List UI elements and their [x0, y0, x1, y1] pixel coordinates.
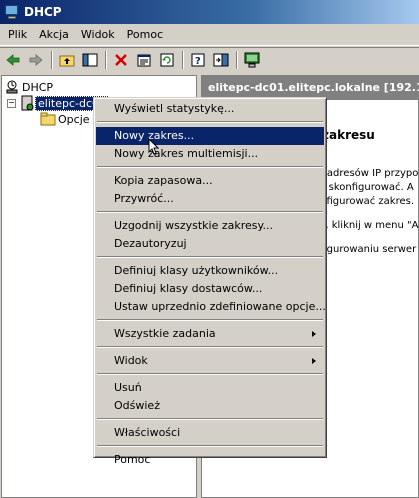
details-text-line: onfigurować zakres.: [314, 196, 415, 207]
title-bar[interactable]: DHCP: [0, 0, 419, 24]
menu-item-help[interactable]: Pomoc: [96, 451, 324, 469]
svg-text:?: ?: [195, 56, 201, 67]
folder-icon: [40, 112, 56, 126]
back-icon[interactable]: [2, 49, 24, 71]
tree-item-label: DHCP: [22, 80, 54, 94]
tree-item-dhcp[interactable]: DHCP: [4, 79, 55, 95]
dhcp-app-icon: [4, 4, 20, 20]
menu-item-unauthorize[interactable]: Dezautoryzuj: [96, 235, 324, 253]
toolbar-separator: [51, 50, 53, 69]
menu-separator: [96, 163, 324, 172]
menu-item-restore[interactable]: Przywróć...: [96, 190, 324, 208]
forward-icon[interactable]: [25, 49, 47, 71]
menu-item-view[interactable]: Widok: [96, 352, 324, 370]
menu-akcja[interactable]: Akcja: [33, 28, 75, 41]
menu-item-define-user-classes[interactable]: Definiuj klasy użytkowników...: [96, 262, 324, 280]
menu-bar: Plik Akcja Widok Pomoc: [0, 24, 419, 46]
menu-separator: [96, 316, 324, 325]
context-menu: Wyświetl statystykę... Nowy zakres... No…: [93, 97, 327, 466]
menu-separator: [96, 118, 324, 127]
toolbar-separator: [182, 50, 184, 69]
menu-separator: [96, 253, 324, 262]
collapse-icon[interactable]: −: [7, 98, 16, 108]
window-title: DHCP: [24, 5, 62, 19]
menu-item-refresh[interactable]: Odśwież: [96, 397, 324, 415]
menu-item-backup[interactable]: Kopia zapasowa...: [96, 172, 324, 190]
menu-item-new-multicast-scope[interactable]: Nowy zakres multiemisji...: [96, 145, 324, 163]
delete-icon[interactable]: [110, 49, 132, 71]
menu-separator: [96, 208, 324, 217]
properties-icon[interactable]: [133, 49, 155, 71]
details-text-line: nfigurowaniu serwer: [314, 244, 417, 255]
menu-item-define-vendor-classes[interactable]: Definiuj klasy dostawców...: [96, 280, 324, 298]
details-text-line: m adresów IP przypo: [314, 168, 419, 179]
menu-item-label: Widok: [114, 354, 148, 367]
toolbar-separator: [105, 50, 107, 69]
menu-item-reconcile-all-scopes[interactable]: Uzgodnij wszystkie zakresy...: [96, 217, 324, 235]
dhcp-icon: [6, 80, 18, 94]
details-heading: zakresu: [322, 128, 375, 142]
menu-separator: [96, 415, 324, 424]
refresh-icon[interactable]: [156, 49, 178, 71]
submenu-arrow-icon: [312, 358, 316, 364]
help-icon[interactable]: ?: [187, 49, 209, 71]
tree-item-options[interactable]: Opcje s: [40, 111, 101, 127]
export-list-icon[interactable]: [210, 49, 232, 71]
show-tree-icon[interactable]: [79, 49, 101, 71]
menu-item-label: Wszystkie zadania: [114, 327, 216, 340]
server-icon: [21, 95, 34, 111]
menu-separator: [96, 343, 324, 352]
menu-plik[interactable]: Plik: [2, 28, 33, 41]
monitor-icon[interactable]: [241, 49, 263, 71]
menu-item-set-predefined-options[interactable]: Ustaw uprzednio zdefiniowane opcje...: [96, 298, 326, 316]
menu-separator: [96, 370, 324, 379]
details-text-line: es, kliknij w menu "A: [314, 220, 419, 231]
submenu-arrow-icon: [312, 331, 316, 337]
details-text-line: ć i skonfigurować. A: [314, 182, 414, 193]
mouse-cursor-icon: [148, 138, 160, 155]
toolbar: ?: [0, 47, 419, 71]
menu-item-show-statistics[interactable]: Wyświetl statystykę...: [96, 100, 324, 118]
menu-item-new-scope[interactable]: Nowy zakres...: [96, 127, 324, 145]
menu-item-properties[interactable]: Właściwości: [96, 424, 324, 442]
menu-pomoc[interactable]: Pomoc: [121, 28, 169, 41]
menu-item-delete[interactable]: Usuń: [96, 379, 324, 397]
menu-widok[interactable]: Widok: [75, 28, 121, 41]
menu-item-all-tasks[interactable]: Wszystkie zadania: [96, 325, 324, 343]
menu-separator: [96, 442, 324, 451]
up-folder-icon[interactable]: [56, 49, 78, 71]
toolbar-separator: [236, 50, 238, 69]
